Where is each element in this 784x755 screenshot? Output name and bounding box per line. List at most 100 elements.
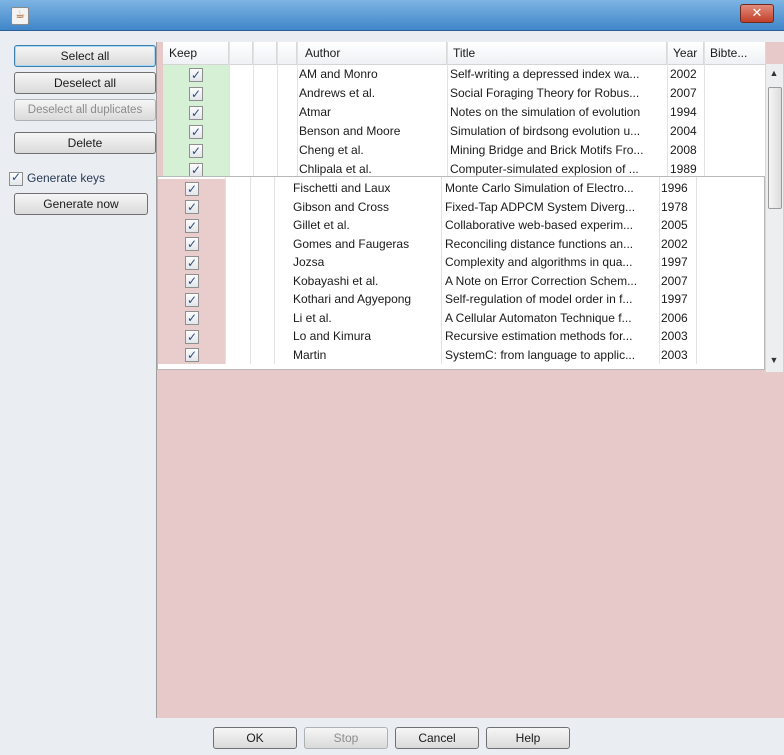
column-header-year[interactable]: Year bbox=[667, 42, 704, 64]
grid-line bbox=[441, 177, 442, 364]
keep-cell[interactable] bbox=[163, 141, 229, 160]
keep-checkbox[interactable] bbox=[189, 66, 203, 84]
close-button[interactable]: ✕ bbox=[740, 4, 774, 23]
keep-checkbox[interactable] bbox=[185, 309, 199, 327]
keep-checkbox[interactable] bbox=[185, 346, 199, 364]
deselect-all-duplicates-button[interactable]: Deselect all duplicates bbox=[14, 99, 156, 121]
year-cell: 1997 bbox=[661, 255, 688, 269]
keep-checkbox[interactable] bbox=[185, 180, 199, 198]
ok-button[interactable]: OK bbox=[213, 727, 297, 749]
vertical-scrollbar[interactable]: ▲ ▼ bbox=[765, 64, 783, 372]
keep-checkbox[interactable] bbox=[189, 123, 203, 141]
grid-line bbox=[229, 42, 230, 179]
keep-cell[interactable] bbox=[163, 65, 229, 84]
year-cell: 2002 bbox=[661, 236, 688, 251]
grid-line bbox=[447, 42, 448, 179]
keep-cell[interactable] bbox=[163, 103, 229, 122]
table-row[interactable]: Kobayashi et al. A Note on Error Correcti… bbox=[158, 271, 761, 290]
year-cell: 2003 bbox=[661, 347, 688, 362]
keep-cell[interactable] bbox=[158, 253, 225, 272]
column-header-blank-1[interactable] bbox=[229, 42, 253, 64]
generate-keys-checkbox[interactable] bbox=[9, 170, 23, 186]
title-cell: Self-regulation of model order in f... bbox=[445, 292, 633, 306]
title-cell: Simulation of birdsong evolution u... bbox=[450, 124, 641, 138]
deselect-all-button[interactable]: Deselect all bbox=[14, 72, 156, 94]
keep-checkbox[interactable] bbox=[185, 254, 199, 272]
scroll-down-icon[interactable]: ▼ bbox=[769, 355, 779, 365]
keep-checkbox[interactable] bbox=[189, 161, 203, 179]
keep-cell[interactable] bbox=[158, 179, 225, 198]
column-header-title[interactable]: Title bbox=[447, 42, 667, 64]
stop-button[interactable]: Stop bbox=[304, 727, 388, 749]
keep-checkbox[interactable] bbox=[185, 198, 199, 216]
title-cell: Reconciling distance functions an... bbox=[445, 236, 634, 251]
title-cell: A Cellular Automaton Technique f... bbox=[445, 310, 632, 325]
title-cell: Recursive estimation methods for... bbox=[445, 329, 633, 343]
keep-checkbox[interactable] bbox=[185, 272, 199, 290]
grid-line bbox=[297, 42, 298, 179]
keep-checkbox[interactable] bbox=[189, 85, 203, 103]
entries-table-bottom: Fischetti and Laux Monte Carlo Simulation… bbox=[157, 176, 765, 370]
author-cell: Gibson and Cross bbox=[293, 199, 390, 214]
keep-cell[interactable] bbox=[158, 345, 225, 364]
scroll-up-icon[interactable]: ▲ bbox=[769, 68, 779, 78]
author-cell: AM and Monro bbox=[299, 67, 378, 81]
column-header-blank-3[interactable] bbox=[277, 42, 297, 64]
keep-cell[interactable] bbox=[158, 197, 225, 216]
keep-cell[interactable] bbox=[158, 234, 225, 253]
grid-line bbox=[253, 42, 254, 179]
grid-line bbox=[667, 42, 668, 179]
keep-cell[interactable] bbox=[163, 84, 229, 103]
delete-button[interactable]: Delete bbox=[14, 132, 156, 154]
table-row[interactable]: Gomes and Faugeras Reconciling distance f… bbox=[158, 234, 761, 253]
column-header-author[interactable]: Author bbox=[297, 42, 447, 64]
grid-line bbox=[277, 42, 278, 179]
author-cell: Gillet et al. bbox=[293, 218, 350, 232]
table-row[interactable]: Fischetti and Laux Monte Carlo Simulation… bbox=[158, 179, 761, 198]
table-row[interactable]: Jozsa Complexity and algorithms in qua...… bbox=[158, 253, 761, 272]
keep-cell[interactable] bbox=[158, 327, 225, 346]
keep-checkbox[interactable] bbox=[189, 142, 203, 160]
column-header-keep[interactable]: Keep bbox=[163, 42, 229, 64]
column-header-bibtex[interactable]: Bibte... bbox=[704, 42, 766, 64]
grid-line bbox=[696, 177, 697, 364]
author-cell: Kobayashi et al. bbox=[293, 273, 379, 288]
keep-checkbox[interactable] bbox=[189, 104, 203, 122]
column-header-blank-2[interactable] bbox=[253, 42, 277, 64]
title-cell: Social Foraging Theory for Robus... bbox=[450, 86, 640, 100]
table-row[interactable]: Li et al. A Cellular Automaton Technique … bbox=[158, 308, 761, 327]
table-row[interactable]: Lo and Kimura Recursive estimation method… bbox=[158, 327, 761, 346]
author-cell: Fischetti and Laux bbox=[293, 181, 391, 195]
keep-cell[interactable] bbox=[163, 122, 229, 141]
table-row[interactable]: Gillet et al. Collaborative web-based exp… bbox=[158, 216, 761, 235]
year-cell: 2006 bbox=[661, 310, 688, 325]
generate-keys-label: Generate keys bbox=[27, 171, 106, 185]
keep-cell[interactable] bbox=[158, 308, 225, 327]
scrollbar-thumb[interactable] bbox=[768, 87, 782, 209]
keep-checkbox[interactable] bbox=[185, 291, 199, 309]
grid-line bbox=[225, 177, 226, 364]
year-cell: 1994 bbox=[670, 105, 697, 119]
keep-cell[interactable] bbox=[158, 216, 225, 235]
year-cell: 2008 bbox=[670, 143, 697, 157]
table-row[interactable]: Kothari and Agyepong Self-regulation of m… bbox=[158, 290, 761, 309]
keep-checkbox[interactable] bbox=[185, 235, 199, 253]
select-all-button[interactable]: Select all bbox=[14, 45, 156, 67]
title-cell: Notes on the simulation of evolution bbox=[450, 105, 641, 119]
keep-cell[interactable] bbox=[158, 271, 225, 290]
year-cell: 1996 bbox=[661, 181, 688, 195]
year-cell: 2004 bbox=[670, 124, 697, 138]
title-cell: Fixed-Tap ADPCM System Diverg... bbox=[445, 199, 636, 214]
year-cell: 1978 bbox=[661, 199, 688, 214]
year-cell: 2007 bbox=[670, 86, 697, 100]
table-row[interactable]: Martin SystemC: from language to applic..… bbox=[158, 345, 761, 364]
table-row[interactable]: Gibson and Cross Fixed-Tap ADPCM System D… bbox=[158, 197, 761, 216]
keep-checkbox[interactable] bbox=[185, 328, 199, 346]
cancel-button[interactable]: Cancel bbox=[395, 727, 479, 749]
keep-checkbox[interactable] bbox=[185, 217, 199, 235]
generate-now-button[interactable]: Generate now bbox=[14, 193, 148, 215]
year-cell: 2005 bbox=[661, 218, 688, 232]
generate-keys-checkbox-row[interactable]: Generate keys bbox=[9, 170, 159, 187]
help-button[interactable]: Help bbox=[486, 727, 570, 749]
keep-cell[interactable] bbox=[158, 290, 225, 309]
